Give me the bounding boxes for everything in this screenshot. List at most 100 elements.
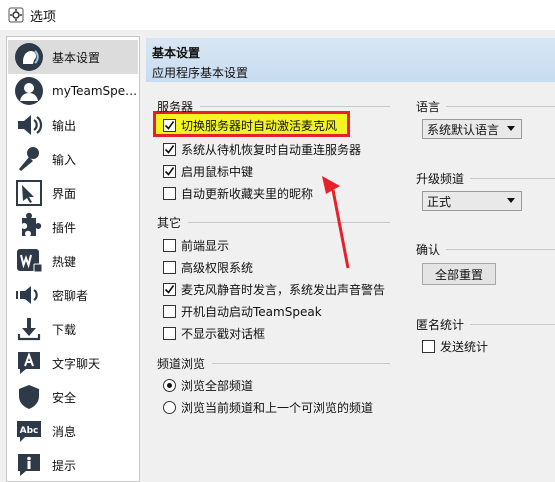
group-divider (212, 363, 390, 364)
whisper-speaker-icon (12, 278, 46, 312)
group-divider (200, 106, 390, 107)
option-label: 发送统计 (440, 339, 489, 354)
sidebar-item-downloads[interactable]: 下载 (8, 312, 138, 346)
speaker-head-icon (12, 40, 46, 74)
cursor-icon (12, 176, 46, 210)
option-label: 不显示戳对话框 (181, 326, 266, 341)
option-update-bookmark-nicknames[interactable]: 自动更新收藏夹里的昵称 (163, 184, 313, 202)
sidebar-item-label: 安全 (52, 390, 77, 405)
checkbox[interactable] (163, 118, 176, 132)
option-middle-mouse[interactable]: 启用鼠标中键 (163, 162, 253, 180)
group-title-other: 其它 (157, 216, 182, 230)
checkbox[interactable] (163, 326, 176, 340)
option-label: 开机自动启动TeamSpeak (181, 304, 322, 319)
option-autostart-teamspeak[interactable]: 开机自动启动TeamSpeak (163, 302, 322, 320)
group-title-language: 语言 (416, 100, 441, 114)
sidebar-item-label: 插件 (52, 220, 77, 235)
sidebar-item-hotkeys[interactable]: 热键 (8, 244, 138, 278)
sidebar-item-label: 输出 (52, 118, 77, 133)
option-label: 自动更新收藏夹里的昵称 (181, 186, 314, 201)
sidebar-item-label: 密聊者 (52, 288, 89, 303)
option-auto-activate-mic[interactable]: 切换服务器时自动激活麦克风 (163, 116, 337, 134)
page-subtitle: 应用程序基本设置 (152, 66, 249, 80)
info-icon (12, 448, 46, 482)
option-label: 系统从待机恢复时自动重连服务器 (181, 142, 362, 157)
option-label: 启用鼠标中键 (181, 164, 254, 179)
sidebar-item-output[interactable]: 输出 (8, 108, 138, 142)
option-auto-reconnect[interactable]: 系统从待机恢复时自动重连服务器 (163, 140, 361, 158)
sidebar-item-label: 提示 (52, 458, 77, 473)
sidebar-item-text-chat[interactable]: 文字聊天 (8, 346, 138, 380)
option-label: 前端显示 (181, 238, 230, 253)
update-channel-value: 正式 (427, 194, 452, 209)
sidebar-item-label: myTeamSpe… (52, 84, 138, 98)
language-select-value: 系统默认语言 (427, 122, 500, 137)
checkbox[interactable] (163, 304, 176, 318)
group-divider (470, 178, 555, 179)
reset-all-button[interactable]: 全部重置 (422, 263, 496, 285)
option-label: 麦克风静音时发言，系统发出声音警告 (181, 282, 386, 297)
chevron-down-icon (507, 126, 515, 131)
option-label: 高级权限系统 (181, 260, 254, 275)
sidebar-item-myteamspeak[interactable]: myTeamSpe… (8, 74, 138, 108)
sidebar-item-input[interactable]: 输入 (8, 142, 138, 176)
option-browse-current-channel[interactable]: 浏览当前频道和上一个可浏览的频道 (163, 398, 373, 416)
option-send-statistics[interactable]: 发送统计 (422, 337, 488, 355)
group-divider (446, 106, 555, 107)
download-icon (12, 312, 46, 346)
checkbox[interactable] (163, 164, 176, 178)
update-channel-select[interactable]: 正式 (422, 191, 522, 211)
options-app-icon (8, 7, 24, 23)
option-label: 切换服务器时自动激活麦克风 (181, 118, 338, 133)
option-label: 浏览全部频道 (181, 378, 254, 393)
shield-icon (12, 380, 46, 414)
svg-text:Abc: Abc (20, 426, 39, 436)
sidebar-item-whisper[interactable]: 密聊者 (8, 278, 138, 312)
group-title-update-channel: 升级频道 (416, 172, 465, 186)
abc-bubble-icon: Abc (12, 414, 46, 448)
sidebar-item-label: 消息 (52, 424, 77, 439)
checkbox[interactable] (163, 238, 176, 252)
settings-header: 基本设置 应用程序基本设置 (146, 38, 555, 82)
option-label: 浏览当前频道和上一个可浏览的频道 (181, 400, 374, 415)
language-select[interactable]: 系统默认语言 (422, 119, 522, 139)
group-divider (470, 324, 555, 325)
group-title-channel-browse: 频道浏览 (157, 357, 206, 371)
microphone-icon (12, 142, 46, 176)
option-advanced-permissions[interactable]: 高级权限系统 (163, 258, 253, 276)
sidebar-item-plugins[interactable]: 插件 (8, 210, 138, 244)
sidebar-item-label: 文字聊天 (52, 356, 101, 371)
checkbox[interactable] (163, 142, 176, 156)
checkbox[interactable] (163, 260, 176, 274)
checkbox[interactable] (163, 186, 176, 200)
group-title-server: 服务器 (157, 100, 194, 114)
title-bar: 选项 (0, 0, 555, 30)
group-divider (188, 222, 390, 223)
sidebar-item-label: 基本设置 (52, 50, 101, 65)
chevron-down-icon (507, 198, 515, 203)
person-icon (12, 74, 46, 108)
window-title: 选项 (30, 9, 57, 25)
sidebar-item-interface[interactable]: 界面 (8, 176, 138, 210)
sidebar-item-label: 界面 (52, 186, 77, 201)
chat-a-icon (12, 346, 46, 380)
group-title-anonymous-stats: 匿名统计 (416, 318, 465, 332)
option-muted-talk-warning[interactable]: 麦克风静音时发言，系统发出声音警告 (163, 280, 385, 298)
option-hide-poke-dialog[interactable]: 不显示戳对话框 (163, 324, 265, 342)
checkbox[interactable] (163, 282, 176, 296)
option-always-on-top[interactable]: 前端显示 (163, 236, 229, 254)
radio-button[interactable] (163, 400, 176, 414)
checkbox[interactable] (422, 339, 435, 353)
radio-button[interactable] (163, 378, 176, 392)
puzzle-icon (12, 210, 46, 244)
settings-sidebar: 基本设置 myTeamSpe… 输出 输入 界面 插件 热键 密聊者 下载 文字… (6, 36, 140, 482)
sidebar-item-security[interactable]: 安全 (8, 380, 138, 414)
sidebar-item-general[interactable]: 基本设置 (8, 40, 138, 74)
option-browse-all-channels[interactable]: 浏览全部频道 (163, 376, 253, 394)
speaker-icon (12, 108, 46, 142)
sidebar-item-notifications[interactable]: 提示 (8, 448, 138, 482)
sidebar-item-messages[interactable]: Abc 消息 (8, 414, 138, 448)
group-title-confirm: 确认 (416, 243, 441, 257)
group-divider (446, 249, 555, 250)
page-title: 基本设置 (152, 46, 201, 60)
